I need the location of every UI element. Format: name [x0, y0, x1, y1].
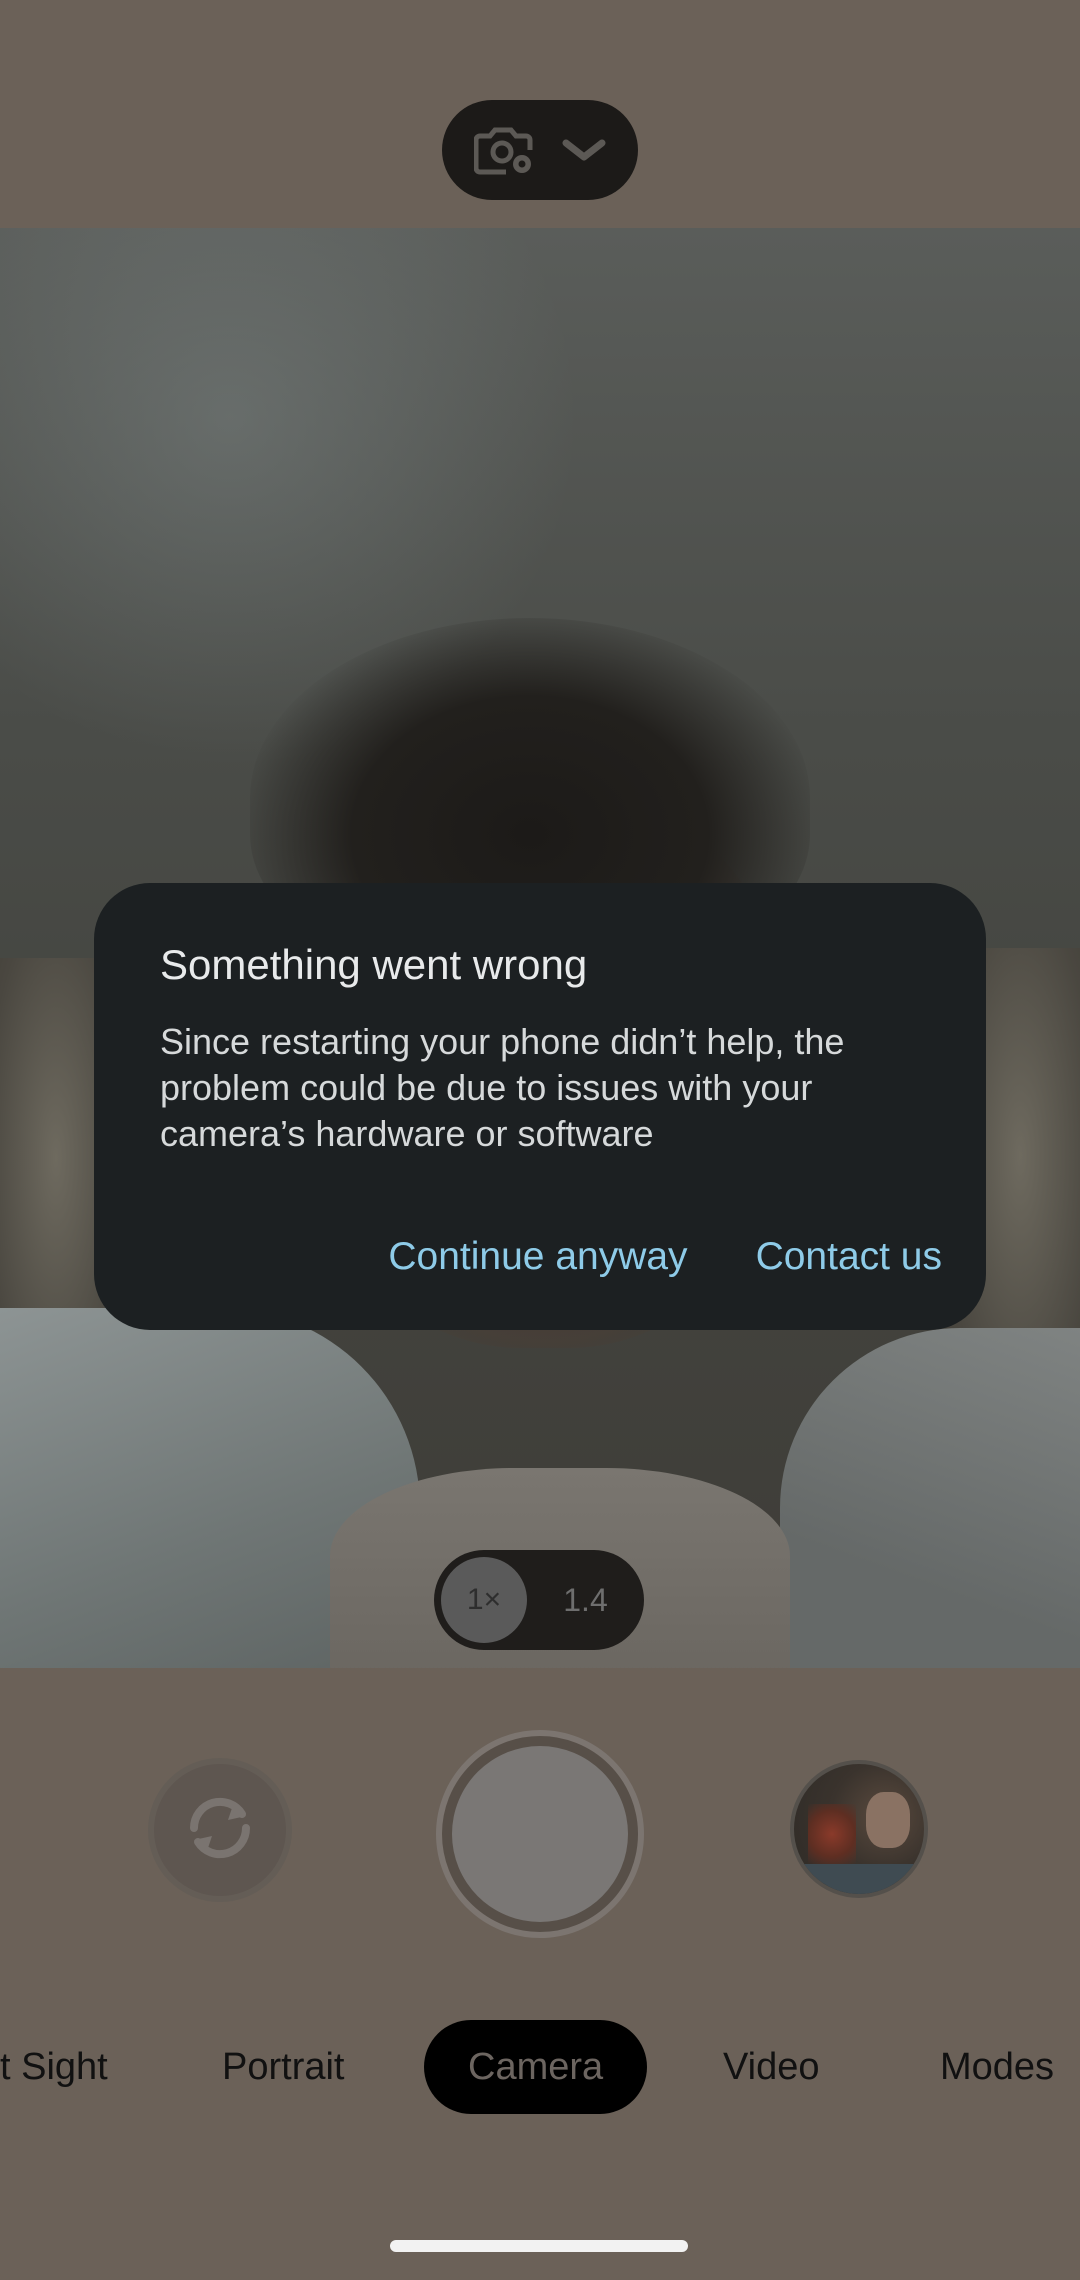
contact-us-button[interactable]: Contact us — [756, 1232, 942, 1282]
gallery-thumbnail[interactable] — [790, 1760, 928, 1898]
viewfinder-towel-right — [780, 1328, 1080, 1668]
zoom-1-4-button[interactable]: 1.4 — [527, 1582, 644, 1619]
camera-settings-icon — [474, 124, 534, 176]
dialog-message: Since restarting your phone didn’t help,… — [160, 1021, 845, 1154]
camera-settings-toggle[interactable] — [442, 100, 638, 200]
chevron-down-icon — [562, 137, 606, 163]
mode-portrait[interactable]: Portrait — [222, 2020, 344, 2114]
switch-camera-button[interactable] — [148, 1758, 292, 1902]
mode-bar: t Sight Portrait Camera Video Modes — [0, 2020, 1080, 2114]
zoom-selector: 1× 1.4 — [434, 1550, 644, 1650]
error-dialog: Something went wrong Since restarting yo… — [94, 883, 986, 1330]
camera-app: 1× 1.4 t Sight Portrait Camera Video Mod… — [0, 0, 1080, 2280]
thumbnail-flowers — [808, 1804, 856, 1864]
switch-camera-icon — [180, 1788, 260, 1873]
home-indicator[interactable] — [390, 2240, 688, 2252]
mode-night-sight[interactable]: t Sight — [0, 2020, 108, 2114]
dialog-actions: Continue anyway Contact us — [388, 1232, 942, 1282]
zoom-1x-button[interactable]: 1× — [441, 1557, 527, 1643]
mode-more[interactable]: Modes — [940, 2020, 1054, 2114]
thumbnail-person — [866, 1792, 910, 1848]
shutter-button[interactable] — [436, 1730, 644, 1938]
mode-camera[interactable]: Camera — [424, 2020, 648, 2114]
dialog-title: Something went wrong — [160, 941, 588, 988]
thumbnail-floor — [794, 1864, 924, 1894]
shutter-inner — [452, 1746, 628, 1922]
mode-video[interactable]: Video — [723, 2020, 820, 2114]
continue-anyway-button[interactable]: Continue anyway — [388, 1232, 687, 1282]
